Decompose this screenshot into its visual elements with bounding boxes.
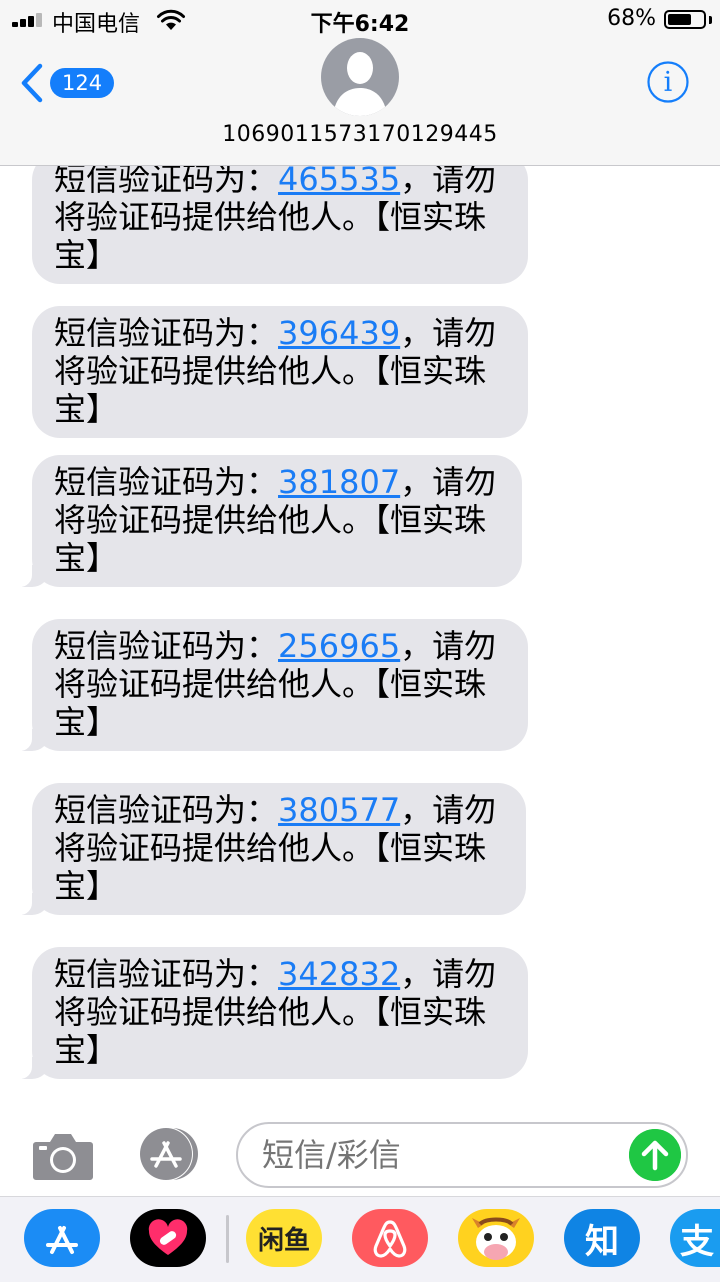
heart-glyph-icon <box>148 1219 188 1255</box>
message-prefix: 短信验证码为： <box>54 627 279 665</box>
verification-code-link[interactable]: 396439 <box>278 314 400 352</box>
verification-code-link[interactable]: 380577 <box>278 791 400 829</box>
message-prefix: 短信验证码为： <box>54 166 279 198</box>
verification-code-link[interactable]: 342832 <box>278 955 400 993</box>
mascot-icon[interactable] <box>458 1209 534 1267</box>
message-bubble[interactable]: 短信验证码为：256965，请勿将验证码提供给他人。【恒实珠宝】 <box>8 619 528 751</box>
app-store-icon[interactable] <box>24 1209 100 1267</box>
app-store-drawer-icon[interactable] <box>134 1126 204 1182</box>
battery-icon <box>664 10 706 29</box>
message-prefix: 短信验证码为： <box>54 314 279 352</box>
svg-text:i: i <box>664 67 673 98</box>
message-prefix: 短信验证码为： <box>54 955 279 993</box>
xianyu-label: 闲鱼 <box>257 1225 310 1256</box>
cartoon-cow-icon <box>472 1217 520 1260</box>
zhihu-icon[interactable]: 知 <box>564 1209 640 1267</box>
message-thread[interactable]: 短信验证码为：465535，请勿将验证码提供给他人。【恒实珠宝】 短信验证码为：… <box>0 166 720 1116</box>
alipay-icon[interactable]: 支 <box>670 1209 720 1267</box>
person-silhouette-icon <box>333 52 387 116</box>
alipay-label: 支 <box>680 1221 714 1262</box>
health-heart-icon[interactable] <box>130 1209 206 1267</box>
send-arrow-icon[interactable] <box>629 1129 681 1181</box>
message-bubble[interactable]: 短信验证码为：381807，请勿将验证码提供给他人。【恒实珠宝】 <box>8 455 522 587</box>
battery-percentage: 68% <box>607 6 656 31</box>
airbnb-icon[interactable] <box>352 1209 428 1267</box>
message-bubble[interactable]: 短信验证码为：465535，请勿将验证码提供给他人。【恒实珠宝】 <box>32 166 528 284</box>
verification-code-link[interactable]: 256965 <box>278 627 400 665</box>
zhihu-label: 知 <box>585 1221 619 1262</box>
message-prefix: 短信验证码为： <box>54 791 279 829</box>
conversation-header: 中国电信 下午6:42 68% 124 1069011573170129445 … <box>0 0 720 166</box>
drawer-divider <box>226 1215 229 1263</box>
message-bubble[interactable]: 短信验证码为：380577，请勿将验证码提供给他人。【恒实珠宝】 <box>8 783 526 915</box>
contact-number[interactable]: 1069011573170129445 <box>0 122 720 147</box>
compose-bar <box>0 1116 720 1196</box>
camera-icon[interactable] <box>32 1130 94 1182</box>
verification-code-link[interactable]: 381807 <box>278 463 400 501</box>
message-prefix: 短信验证码为： <box>54 463 279 501</box>
airbnb-glyph-icon <box>373 1220 407 1258</box>
status-bar: 中国电信 下午6:42 68% <box>0 0 720 40</box>
contact-avatar[interactable] <box>321 38 399 116</box>
back-button[interactable]: 124 <box>20 60 115 106</box>
info-icon[interactable]: i <box>646 60 690 104</box>
message-bubble[interactable]: 短信验证码为：396439，请勿将验证码提供给他人。【恒实珠宝】 <box>32 306 528 438</box>
verification-code-link[interactable]: 465535 <box>278 166 400 198</box>
imessage-app-drawer: 闲鱼 知 支 <box>0 1196 720 1282</box>
app-store-glyph-icon <box>46 1226 78 1254</box>
chevron-left-icon <box>21 63 43 103</box>
battery-tip <box>709 16 712 24</box>
message-bubble[interactable]: 短信验证码为：342832，请勿将验证码提供给他人。【恒实珠宝】 <box>8 947 528 1079</box>
message-input[interactable] <box>236 1122 688 1188</box>
xianyu-icon[interactable]: 闲鱼 <box>246 1209 322 1267</box>
unread-count-badge: 124 <box>50 68 115 98</box>
